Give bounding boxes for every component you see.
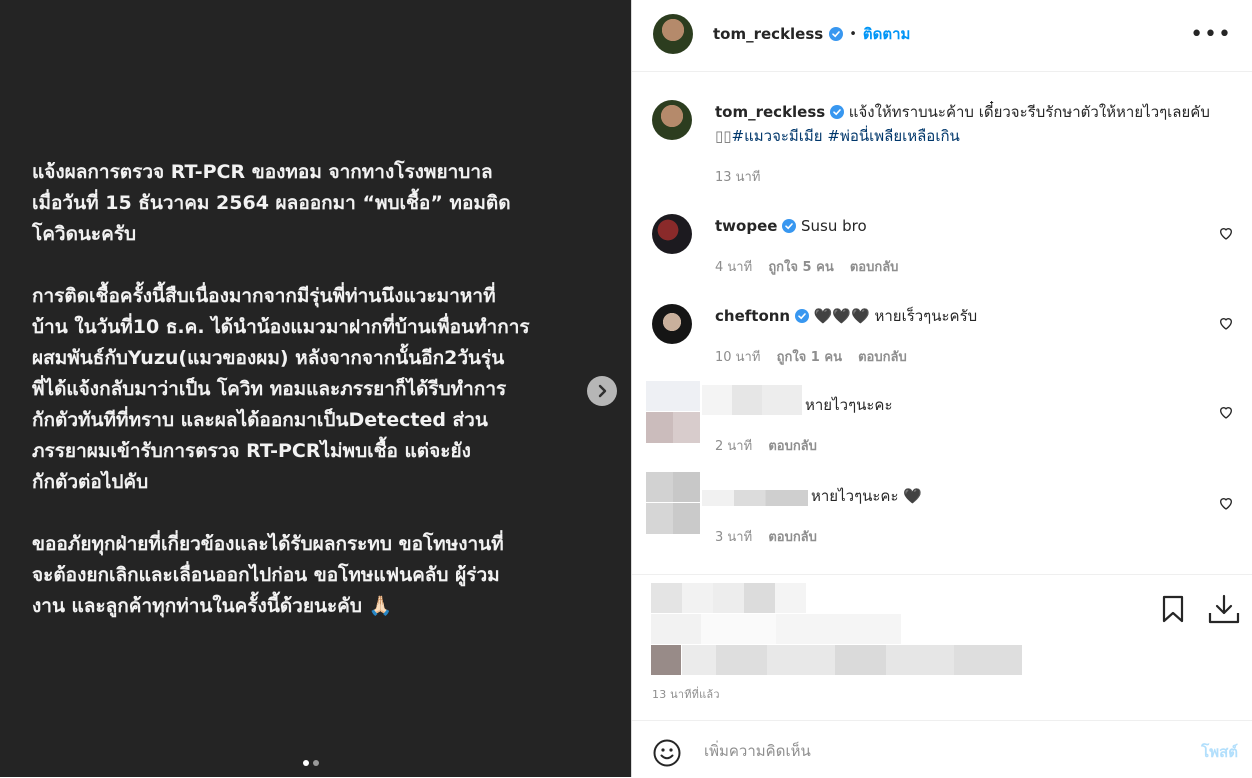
emoji-icon[interactable]	[653, 739, 681, 767]
hashtag-link[interactable]: #พ่อนี่เพลียเหลือเกิน	[827, 127, 959, 145]
verified-icon	[830, 105, 844, 119]
comment-meta: 2 นาที ตอบกลับ	[715, 435, 829, 456]
comment-time[interactable]: 4 นาที	[715, 260, 752, 275]
post-time[interactable]: 13 นาทีที่แล้ว	[652, 685, 720, 703]
reply-button[interactable]: ตอบกลับ	[768, 439, 817, 454]
post-paragraph: แจ้งผลการตรวจ RT-PCR ของทอม จากทางโรงพยา…	[32, 161, 511, 245]
hashtag-link[interactable]: #แมวจะมีเมีย	[732, 127, 823, 145]
chevron-right-icon	[598, 384, 607, 398]
comment-text: หายไวๆนะคะ	[805, 396, 893, 414]
post-paragraph: การติดเชื้อครั้งนี้สืบเนื่องมากจากมีรุ่น…	[32, 285, 530, 493]
verified-icon	[829, 27, 844, 41]
post-comment-button[interactable]: โพสต์	[1201, 740, 1238, 764]
caption-text: แจ้งให้ทราบนะค้าบ เดี๋ยวจะรีบรักษาตัวให้…	[848, 103, 1210, 121]
carousel-dot-active	[303, 760, 309, 766]
caption-username[interactable]: tom_reckless	[715, 103, 825, 121]
add-comment-bar: โพสต์	[632, 720, 1252, 778]
comment-meta: 4 นาที ถูกใจ 5 คน ตอบกลับ	[715, 256, 910, 277]
comment-body: หายไวๆนะคะ	[805, 393, 1252, 417]
follow-button[interactable]: ติดตาม	[863, 22, 911, 46]
download-icon[interactable]	[1207, 593, 1241, 625]
avatar[interactable]	[652, 304, 692, 344]
avatar[interactable]	[652, 214, 692, 254]
comment-text: Susu bro	[800, 217, 867, 235]
post-header: tom_reckless • ติดตาม •••	[632, 0, 1252, 72]
comment-username[interactable]: twopee	[715, 217, 777, 235]
more-options-button[interactable]: •••	[1190, 22, 1232, 47]
pixelated-username	[702, 385, 802, 415]
heart-icon[interactable]	[1218, 315, 1234, 331]
comments-list: tom_reckless แจ้งให้ทราบนะค้าบ เดี๋ยวจะร…	[632, 71, 1252, 574]
comment-meta: 3 นาที ตอบกลับ	[715, 526, 829, 547]
verified-icon	[782, 219, 797, 233]
comment-body: หายไวๆนะคะ 🖤	[811, 484, 1252, 508]
post-image-text: แจ้งผลการตรวจ RT-PCR ของทอม จากทางโรงพยา…	[32, 157, 592, 653]
heart-icon[interactable]	[1218, 225, 1234, 241]
reply-button[interactable]: ตอบกลับ	[858, 350, 907, 365]
carousel-dot	[313, 760, 319, 766]
comment-likes[interactable]: ถูกใจ 5 คน	[768, 260, 833, 275]
comment-username[interactable]: cheftonn	[715, 307, 790, 325]
comment-body: cheftonn 🖤🖤🖤 หายเร็วๆนะครับ	[715, 304, 1215, 328]
pixelated-avatar	[646, 381, 700, 443]
post-media: แจ้งผลการตรวจ RT-PCR ของทอม จากทางโรงพยา…	[0, 0, 631, 777]
post-actions: 13 นาทีที่แล้ว	[632, 574, 1252, 721]
comment-time[interactable]: 10 นาที	[715, 350, 760, 365]
comment-time[interactable]: 3 นาที	[715, 530, 752, 545]
comment-body: twopee Susu bro	[715, 214, 1215, 238]
post-viewer: แจ้งผลการตรวจ RT-PCR ของทอม จากทางโรงพยา…	[0, 0, 1252, 777]
reply-button[interactable]: ตอบกลับ	[768, 530, 817, 545]
add-comment-input[interactable]	[702, 739, 1156, 763]
comment-text: 🖤🖤🖤 หายเร็วๆนะครับ	[813, 307, 978, 325]
comment-text: หายไวๆนะคะ 🖤	[811, 487, 922, 505]
caption-meta: 13 นาที	[715, 166, 772, 187]
avatar[interactable]	[652, 100, 692, 140]
heart-icon[interactable]	[1218, 404, 1234, 420]
caption-symbols: ▯▯	[715, 127, 732, 145]
post-paragraph: ขออภัยทุกฝ่ายที่เกี่ยวข้องและได้รับผลกระ…	[32, 533, 504, 617]
post-side-panel: tom_reckless • ติดตาม ••• tom_reckless แ…	[631, 0, 1252, 777]
comment-likes[interactable]: ถูกใจ 1 คน	[777, 350, 842, 365]
bookmark-icon[interactable]	[1160, 595, 1186, 623]
caption-body: tom_reckless แจ้งให้ทราบนะค้าบ เดี๋ยวจะร…	[715, 100, 1215, 148]
header-username[interactable]: tom_reckless	[713, 25, 823, 43]
header-separator: •	[849, 26, 857, 42]
caption-time[interactable]: 13 นาที	[715, 170, 760, 185]
verified-icon	[794, 309, 809, 323]
comment-meta: 10 นาที ถูกใจ 1 คน ตอบกลับ	[715, 346, 919, 367]
carousel-next-button[interactable]	[587, 376, 617, 406]
heart-icon[interactable]	[1218, 495, 1234, 511]
reply-button[interactable]: ตอบกลับ	[850, 260, 899, 275]
avatar[interactable]	[653, 14, 693, 54]
pixelated-username	[702, 490, 808, 506]
carousel-dots	[303, 760, 319, 766]
comment-time[interactable]: 2 นาที	[715, 439, 752, 454]
pixelated-avatar	[646, 472, 700, 534]
